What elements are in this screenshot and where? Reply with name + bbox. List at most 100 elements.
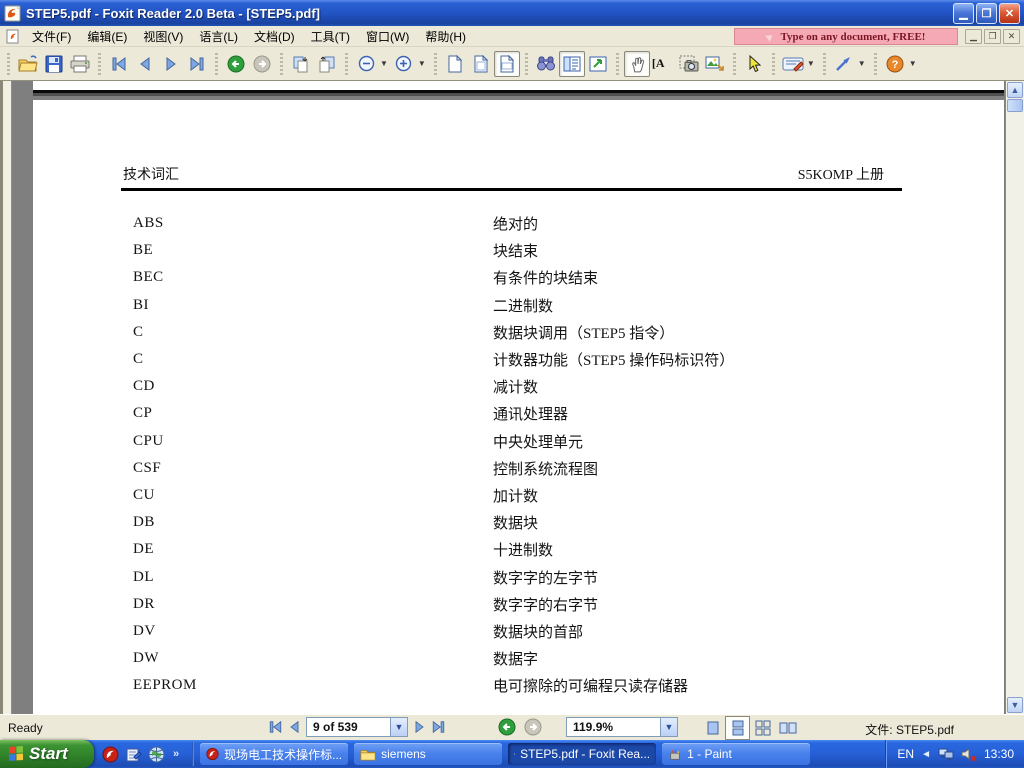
navigation-pane-collapsed[interactable] bbox=[3, 81, 12, 714]
zoom-out-button[interactable] bbox=[353, 51, 379, 77]
image-tool-button[interactable] bbox=[702, 51, 728, 77]
menu-item[interactable]: 编辑(E) bbox=[79, 26, 135, 47]
navigation-panel-button[interactable] bbox=[559, 51, 585, 77]
glossary-term: ABS bbox=[133, 215, 493, 232]
zoom-in-dropdown[interactable]: ▼ bbox=[417, 59, 429, 68]
first-page-icon[interactable] bbox=[268, 720, 283, 734]
prev-page-icon[interactable] bbox=[287, 720, 302, 734]
network-icon[interactable] bbox=[938, 747, 954, 761]
next-view-doc-button[interactable] bbox=[288, 51, 314, 77]
help-button[interactable]: ? bbox=[882, 51, 908, 77]
save-button[interactable] bbox=[41, 51, 67, 77]
menu-item[interactable]: 视图(V) bbox=[135, 26, 191, 47]
forward-view-button[interactable] bbox=[249, 51, 275, 77]
mdi-close-button[interactable]: ✕ bbox=[1003, 29, 1020, 44]
hand-tool-button[interactable] bbox=[624, 51, 650, 77]
page-combo-dropdown-icon[interactable]: ▼ bbox=[390, 718, 407, 736]
menu-item[interactable]: 语言(L) bbox=[191, 26, 246, 47]
mdi-restore-button[interactable]: ❐ bbox=[984, 29, 1001, 44]
scroll-down-button[interactable]: ▼ bbox=[1007, 697, 1023, 713]
glossary-definition: 数据块 bbox=[493, 512, 538, 533]
zoom-combo-dropdown-icon[interactable]: ▼ bbox=[660, 718, 677, 736]
save-icon bbox=[45, 55, 63, 73]
cursor-tool-button[interactable] bbox=[741, 51, 767, 77]
task-label: 1 - Paint bbox=[687, 747, 732, 761]
zoom-value: 119.9% bbox=[567, 720, 619, 734]
arrow-tool-button[interactable] bbox=[831, 51, 857, 77]
glossary-term: DE bbox=[133, 541, 493, 558]
language-indicator[interactable]: EN bbox=[897, 747, 914, 761]
prev-page-button[interactable] bbox=[132, 51, 158, 77]
zoom-out-dropdown[interactable]: ▼ bbox=[379, 59, 391, 68]
help-icon: ? bbox=[886, 55, 904, 73]
glossary-row: DE 十进制数 bbox=[133, 536, 924, 563]
menu-item[interactable]: 文件(F) bbox=[24, 26, 79, 47]
single-page-layout-button[interactable] bbox=[700, 716, 725, 740]
snapshot-button[interactable] bbox=[676, 51, 702, 77]
arrow-tool-dropdown[interactable]: ▼ bbox=[857, 59, 869, 68]
menu-item[interactable]: 窗口(W) bbox=[358, 26, 417, 47]
start-button[interactable]: Start bbox=[0, 740, 94, 768]
print-button[interactable] bbox=[67, 51, 93, 77]
full-screen-button[interactable] bbox=[585, 51, 611, 77]
last-page-button[interactable] bbox=[184, 51, 210, 77]
header-rule bbox=[121, 188, 902, 191]
mdi-minimize-button[interactable]: ▁ bbox=[965, 29, 982, 44]
select-text-button[interactable]: [A⃒ bbox=[650, 51, 676, 77]
task-button-3[interactable]: STEP5.pdf - Foxit Rea... bbox=[508, 743, 656, 765]
facing-layout-button[interactable] bbox=[775, 716, 800, 740]
forward-view-icon[interactable] bbox=[524, 718, 542, 736]
open-button[interactable] bbox=[15, 51, 41, 77]
task-button-4[interactable]: 1 - Paint bbox=[662, 743, 810, 765]
last-page-icon[interactable] bbox=[431, 720, 446, 734]
clock[interactable]: 13:30 bbox=[984, 747, 1014, 761]
back-view-icon[interactable] bbox=[498, 718, 516, 736]
promo-banner[interactable]: Type on any document, FREE! bbox=[734, 28, 958, 45]
actual-size-button[interactable] bbox=[442, 51, 468, 77]
typewriter-dropdown[interactable]: ▼ bbox=[806, 59, 818, 68]
next-page-icon[interactable] bbox=[412, 720, 427, 734]
continuous-facing-layout-button[interactable] bbox=[750, 716, 775, 740]
hand-tool-icon bbox=[628, 55, 646, 73]
document-edit-icon[interactable] bbox=[125, 746, 142, 763]
close-button[interactable]: ✕ bbox=[999, 3, 1020, 24]
volume-muted-icon[interactable] bbox=[961, 747, 977, 761]
glossary-term: DR bbox=[133, 596, 493, 613]
next-page-button[interactable] bbox=[158, 51, 184, 77]
glossary-term: DV bbox=[133, 623, 493, 640]
scroll-up-button[interactable]: ▲ bbox=[1007, 82, 1023, 98]
quick-launch-overflow-chevron[interactable]: » bbox=[171, 748, 181, 760]
back-view-button[interactable] bbox=[223, 51, 249, 77]
document-area: 技术词汇 S5KOMP 上册 ABS 绝对的 BE 块结束 BEC 有条件的块结… bbox=[0, 81, 1024, 714]
minimize-button[interactable]: ▁ bbox=[953, 3, 974, 24]
fit-width-button[interactable] bbox=[494, 51, 520, 77]
typewriter-button[interactable] bbox=[780, 51, 806, 77]
foxit-icon[interactable] bbox=[102, 746, 119, 763]
task-button-1[interactable]: 现场电工技术操作标... bbox=[200, 743, 348, 765]
tray-collapse-icon[interactable]: ◄ bbox=[921, 749, 931, 760]
find-button[interactable] bbox=[533, 51, 559, 77]
first-page-button[interactable] bbox=[106, 51, 132, 77]
chevron-down-icon: ▼ bbox=[1011, 700, 1020, 710]
task-button-2[interactable]: siemens bbox=[354, 743, 502, 765]
scrollbar-thumb[interactable] bbox=[1007, 99, 1023, 112]
next-page-icon bbox=[163, 56, 179, 72]
zoom-combo[interactable]: 119.9% ▼ bbox=[566, 717, 678, 737]
help-dropdown[interactable]: ▼ bbox=[908, 59, 920, 68]
glossary-definition: 减计数 bbox=[493, 376, 538, 397]
toolbar-grip bbox=[345, 53, 348, 75]
zoom-in-button[interactable] bbox=[391, 51, 417, 77]
menu-item[interactable]: 文档(D) bbox=[246, 26, 303, 47]
vertical-scrollbar[interactable]: ▲ ▼ bbox=[1005, 81, 1024, 714]
page-number-combo[interactable]: 9 of 539 ▼ bbox=[306, 717, 408, 737]
menu-item[interactable]: 帮助(H) bbox=[417, 26, 474, 47]
restore-button[interactable]: ❐ bbox=[976, 3, 997, 24]
menu-item[interactable]: 工具(T) bbox=[303, 26, 358, 47]
fit-page-button[interactable] bbox=[468, 51, 494, 77]
prev-view-doc-button[interactable] bbox=[314, 51, 340, 77]
status-text: Ready bbox=[8, 721, 43, 735]
page-layout-buttons bbox=[700, 716, 800, 740]
continuous-layout-button[interactable] bbox=[725, 716, 750, 740]
menu-bar: 文件(F)编辑(E)视图(V)语言(L)文档(D)工具(T)窗口(W)帮助(H)… bbox=[0, 26, 1024, 47]
globe-icon[interactable] bbox=[148, 746, 165, 763]
